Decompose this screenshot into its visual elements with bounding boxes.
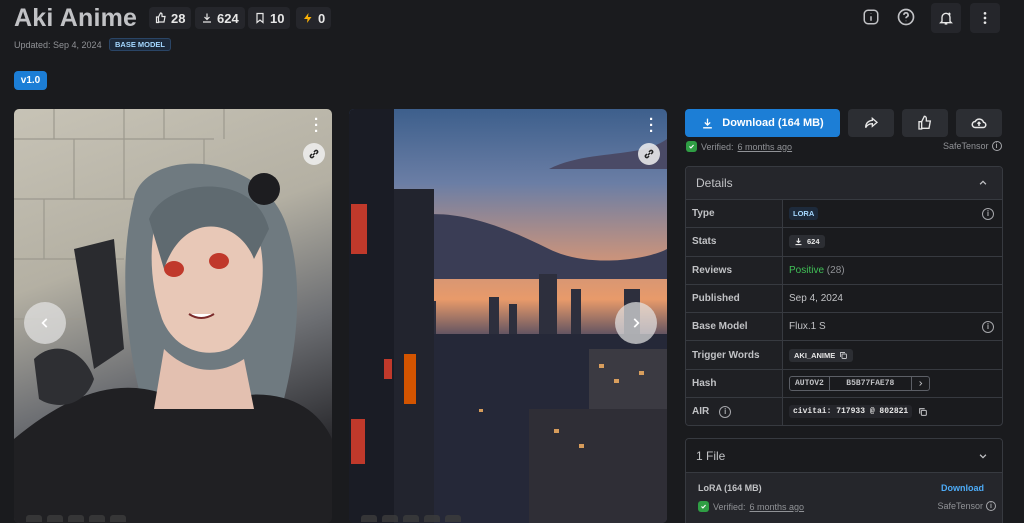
notification-bell-icon[interactable] <box>931 3 961 33</box>
help-icon[interactable] <box>895 6 917 28</box>
updated-date: Updated: Sep 4, 2024 <box>14 40 102 50</box>
detail-row-base-model: Base Model Flux.1 S i <box>686 312 1002 341</box>
share-icon <box>865 116 879 128</box>
base-model-badge: BASE MODEL <box>109 38 172 51</box>
info-icon[interactable]: i <box>991 141 1002 151</box>
detail-row-hash: Hash AUTOV2 B5B77FAE78 <box>686 368 1002 398</box>
files-panel: 1 File LoRA (164 MB) Download Verified: … <box>685 438 1003 523</box>
version-tab-v1[interactable]: v1.0 <box>14 71 47 90</box>
downloads-stat[interactable]: 624 <box>195 7 245 29</box>
share-button[interactable] <box>848 109 894 137</box>
trigger-word-chip[interactable]: AKI_ANIME <box>789 348 854 362</box>
detail-row-type: Type LORA i <box>686 199 1002 228</box>
likes-stat[interactable]: 28 <box>149 7 192 29</box>
chevron-right-icon[interactable] <box>912 377 929 390</box>
detail-row-published: Published Sep 4, 2024 <box>686 283 1002 313</box>
type-chip: LORA <box>789 207 819 221</box>
carousel-prev-button[interactable] <box>24 302 66 344</box>
bookmark-icon <box>256 12 264 24</box>
verified-time-link[interactable]: 6 months ago <box>738 142 793 152</box>
cloud-upload-icon <box>971 118 987 129</box>
more-options-icon[interactable] <box>970 3 1000 33</box>
air-identifier[interactable]: civitai: 717933 @ 802821 <box>789 405 913 419</box>
cloud-save-button[interactable] <box>956 109 1002 137</box>
details-panel: Details Type LORA i Stats 624 Reviews Po… <box>685 166 1003 426</box>
reaction-bar[interactable] <box>26 513 126 523</box>
download-icon <box>203 13 211 23</box>
info-icon[interactable] <box>860 6 882 28</box>
file-name: LoRA (164 MB) <box>698 483 762 493</box>
lightning-icon <box>304 13 312 23</box>
copy-icon[interactable] <box>918 407 928 417</box>
page-title: Aki Anime <box>14 4 138 32</box>
chevron-right-icon <box>633 318 640 328</box>
carousel-next-button[interactable] <box>615 302 657 344</box>
reaction-bar[interactable] <box>361 513 461 523</box>
reviews-count: (28) <box>826 264 845 276</box>
copy-icon <box>840 351 848 359</box>
detail-row-trigger-words: Trigger Words AKI_ANIME <box>686 340 1002 369</box>
info-icon[interactable]: i <box>719 405 732 418</box>
file-safetensor-label: SafeTensor i <box>937 501 996 511</box>
showcase-image-1[interactable]: · · · <box>14 109 332 523</box>
chevron-left-icon <box>41 318 48 328</box>
image-link-icon[interactable] <box>638 143 660 165</box>
info-icon[interactable]: i <box>982 207 994 220</box>
safetensor-label: SafeTensor i <box>943 141 1002 151</box>
info-icon[interactable]: i <box>986 501 996 511</box>
showcase-image-2[interactable]: · · · <box>349 109 667 523</box>
detail-row-air: AIR i civitai: 717933 @ 802821 <box>686 397 1002 425</box>
file-download-link[interactable]: Download <box>941 483 984 493</box>
image-menu-icon[interactable]: · · · <box>649 112 654 139</box>
download-button[interactable]: Download (164 MB) <box>685 109 840 137</box>
files-header[interactable]: 1 File <box>686 439 1002 472</box>
shield-check-icon <box>698 501 709 512</box>
chevron-up-icon <box>979 180 987 185</box>
chevron-down-icon <box>979 453 987 459</box>
file-verified-status: Verified: 6 months ago <box>698 501 804 512</box>
file-verified-time-link[interactable]: 6 months ago <box>750 502 805 512</box>
reviews-sentiment[interactable]: Positive <box>789 265 824 276</box>
thumbs-up-icon <box>918 115 932 130</box>
detail-row-reviews: Reviews Positive (28) <box>686 255 1002 284</box>
hash-selector[interactable]: AUTOV2 B5B77FAE78 <box>789 375 930 391</box>
details-header[interactable]: Details <box>686 167 1002 199</box>
like-button[interactable] <box>902 109 948 137</box>
file-item: LoRA (164 MB) Download Verified: 6 month… <box>686 472 1002 523</box>
shield-check-icon <box>686 141 697 152</box>
detail-row-stats: Stats 624 <box>686 227 1002 256</box>
bookmarks-stat[interactable]: 10 <box>248 7 291 29</box>
image-link-icon[interactable] <box>303 143 325 165</box>
buzz-stat[interactable]: 0 <box>296 7 332 29</box>
info-icon[interactable]: i <box>982 320 994 333</box>
verified-status: Verified: 6 months ago <box>686 141 792 152</box>
downloads-chip: 624 <box>789 235 825 249</box>
download-icon <box>703 118 713 128</box>
download-icon <box>795 238 802 246</box>
thumbs-up-icon <box>155 12 166 24</box>
image-menu-icon[interactable]: · · · <box>314 112 319 139</box>
